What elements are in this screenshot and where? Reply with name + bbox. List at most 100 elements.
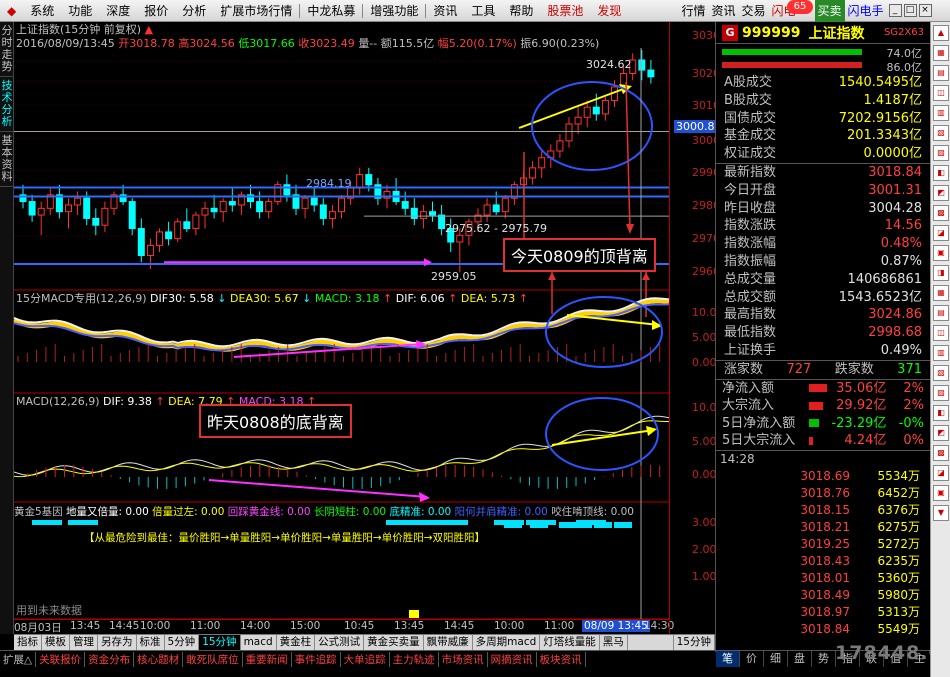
menu-depth[interactable]: 深度	[99, 0, 137, 22]
menu-trade[interactable]: 交易	[738, 0, 768, 22]
chart-tool-icon[interactable]: ▧	[933, 125, 949, 141]
chart-tool-icon[interactable]: ▩	[933, 205, 949, 221]
tb-saveas[interactable]: 另存为	[98, 635, 137, 650]
kline-chart-area[interactable]: 上证指数(15分钟 前复权) ▲ 2016/08/09/13:45 开3018.…	[13, 22, 674, 634]
chart-tool-icon[interactable]: ▧	[933, 365, 949, 381]
tab-technical[interactable]: 技术分析	[0, 77, 14, 132]
chart-tool-icon[interactable]: ◫	[933, 85, 949, 101]
scroll-down-icon[interactable]: ▼	[933, 505, 949, 521]
chart-tool-icon[interactable]: ▥	[933, 105, 949, 121]
chart-tool-icon[interactable]: ◪	[933, 465, 949, 481]
macd1-dea: DEA: 5.73	[460, 292, 516, 305]
tb-multi-macd[interactable]: 多周期macd	[473, 635, 541, 650]
chart-tool-icon[interactable]: ◪	[933, 225, 949, 241]
menu-stock-pool[interactable]: 股票池	[540, 0, 590, 22]
tb2-related[interactable]: 关联报价	[36, 651, 86, 667]
tb2-main-track[interactable]: 主力轨迹	[390, 651, 439, 667]
menu-buysell[interactable]: 买卖	[814, 0, 845, 22]
tb2-core-theme[interactable]: 核心题材	[134, 651, 184, 667]
menu-system[interactable]: 系统	[23, 0, 61, 22]
menu-private[interactable]: 中龙私募	[300, 0, 362, 22]
chart-tool-icon[interactable]: ▤	[933, 305, 949, 321]
ohlc-amplitude: 振6.90(0.23%)	[520, 37, 600, 50]
tb2-market-info[interactable]: 市场资讯	[439, 651, 488, 667]
menu-help[interactable]: 帮助	[502, 0, 540, 22]
rights-arrow-icon[interactable]: ▲	[145, 23, 153, 36]
tb-manage[interactable]: 管理	[70, 635, 98, 650]
menu-news[interactable]: 资讯	[708, 0, 738, 22]
tb-macd[interactable]: macd	[241, 635, 277, 650]
tb2-event-tracking[interactable]: 事件追踪	[292, 651, 341, 667]
tb-15min[interactable]: 15分钟	[199, 635, 241, 650]
chart-tool-icon[interactable]: ◧	[933, 165, 949, 181]
app-icon[interactable]: ◆	[0, 0, 23, 22]
chart-tool-icon[interactable]: ▣	[933, 485, 949, 501]
candle-body	[592, 106, 600, 115]
flow-row: 5日大宗流入 4.24亿 0%	[716, 432, 930, 450]
chart-tool-icon[interactable]: ▦	[933, 45, 949, 61]
tb2-important-news[interactable]: 重要新闻	[243, 651, 292, 667]
candle-body	[146, 244, 154, 257]
candle-body	[83, 197, 91, 219]
tb-gold-volume[interactable]: 黄金买卖量	[364, 635, 424, 650]
chart-tool-icon[interactable]: ▨	[933, 145, 949, 161]
tick-spacer	[720, 536, 780, 553]
menu-enhance[interactable]: 增强功能	[363, 0, 425, 22]
chart-tool-icon[interactable]: ◨	[933, 265, 949, 281]
tb2-dare-seats[interactable]: 敢死队席位	[183, 651, 243, 667]
menu-flash-hand[interactable]: 闪电手	[845, 0, 887, 22]
chart-tool-icon[interactable]: ▥	[933, 345, 949, 361]
tb-standard[interactable]: 标准	[137, 635, 165, 650]
menu-info[interactable]: 资讯	[426, 0, 464, 22]
tb2-expand[interactable]: 扩展△	[0, 651, 37, 667]
minimize-icon[interactable]: _	[888, 4, 902, 17]
chart-tool-icon[interactable]: ◧	[933, 405, 949, 421]
tb-lighthouse[interactable]: 灯塔线量能	[540, 635, 600, 650]
tab-fundamentals[interactable]: 基本资料	[0, 132, 14, 187]
chart-tool-icon[interactable]: ▨	[933, 385, 949, 401]
chart-tool-icon[interactable]: ▦	[933, 285, 949, 301]
tb2-fund-dist[interactable]: 资金分布	[85, 651, 135, 667]
ohlc-open: 开3018.78	[118, 37, 175, 50]
quote-tab[interactable]: 盘	[788, 651, 812, 667]
chart-tool-icon[interactable]: ◫	[933, 325, 949, 341]
scroll-up-icon[interactable]: ▲	[933, 25, 949, 41]
quote-tab[interactable]: 细	[764, 651, 788, 667]
menu-ext-market[interactable]: 扩展市场行情	[213, 0, 299, 22]
tb2-big-order[interactable]: 大单追踪	[341, 651, 390, 667]
tb-period-select[interactable]: 15分钟	[672, 635, 715, 650]
tab-intraday[interactable]: 分时走势	[0, 22, 14, 77]
tb2-sector-info[interactable]: 板块资讯	[537, 651, 586, 667]
tick-row: 3018.01 5360万	[716, 570, 930, 587]
close-icon[interactable]: ×	[918, 4, 932, 17]
maximize-icon[interactable]: □	[903, 4, 917, 17]
chart-tool-icon[interactable]: ◩	[933, 425, 949, 441]
menu-market[interactable]: 行情	[678, 0, 708, 22]
chart-tool-icon[interactable]: ▣	[933, 245, 949, 261]
tb-template[interactable]: 模板	[42, 635, 70, 650]
stat-label: 上证换手	[724, 342, 777, 358]
chart-tool-icon[interactable]: ◩	[933, 185, 949, 201]
quote-tab[interactable]: 笔	[716, 651, 740, 667]
menu-quote[interactable]: 报价	[137, 0, 175, 22]
tb-ribbon-williams[interactable]: 飘带威廉	[424, 635, 473, 650]
quote-tab[interactable]: 势	[812, 651, 836, 667]
menu-function[interactable]: 功能	[61, 0, 99, 22]
tb-indicator[interactable]: 指标	[14, 635, 42, 650]
gold-signal-block	[504, 522, 522, 528]
menu-discover[interactable]: 发现	[590, 0, 628, 22]
quote-tab[interactable]: 价	[740, 651, 764, 667]
time-label: 14:45	[444, 620, 475, 632]
tb2-web-info[interactable]: 网摘资讯	[488, 651, 537, 667]
tb-5min[interactable]: 5分钟	[165, 635, 200, 650]
tb-gold-bar[interactable]: 黄金柱	[277, 635, 316, 650]
tb-formula-test[interactable]: 公式测试	[315, 635, 365, 650]
stat-label: 指数涨跌	[724, 218, 777, 234]
menu-tools[interactable]: 工具	[464, 0, 502, 22]
chart-tool-icon[interactable]: ▤	[933, 65, 949, 81]
menu-analysis[interactable]: 分析	[175, 0, 213, 22]
chart-tool-icon[interactable]: ▩	[933, 445, 949, 461]
tb-darkhorse[interactable]: 黑马	[600, 635, 628, 650]
tick-volume: 6235万	[877, 553, 920, 568]
tick-spacer	[720, 570, 780, 587]
